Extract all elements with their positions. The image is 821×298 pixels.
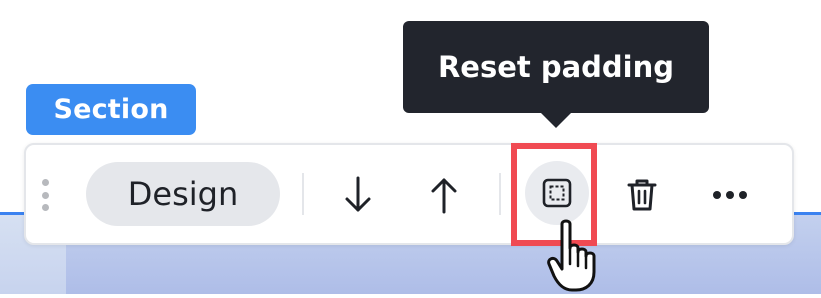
design-button[interactable]: Design xyxy=(86,162,280,226)
section-toolbar: Design xyxy=(24,143,794,245)
tooltip-arrow xyxy=(540,112,572,128)
tooltip: Reset padding xyxy=(403,21,709,113)
tooltip-text: Reset padding xyxy=(437,50,675,84)
move-down-button[interactable] xyxy=(338,175,378,215)
section-badge[interactable]: Section xyxy=(26,84,196,135)
hand-cursor-icon xyxy=(546,218,606,298)
more-icon xyxy=(713,191,747,199)
trash-icon xyxy=(627,179,657,211)
arrow-down-icon xyxy=(345,176,371,212)
drag-handle-icon[interactable] xyxy=(40,179,50,211)
toolbar-divider xyxy=(499,173,501,215)
move-up-button[interactable] xyxy=(424,175,464,215)
arrow-up-icon xyxy=(431,178,457,214)
more-options-button[interactable] xyxy=(710,175,750,215)
delete-button[interactable] xyxy=(622,175,662,215)
toolbar-divider xyxy=(302,173,304,215)
